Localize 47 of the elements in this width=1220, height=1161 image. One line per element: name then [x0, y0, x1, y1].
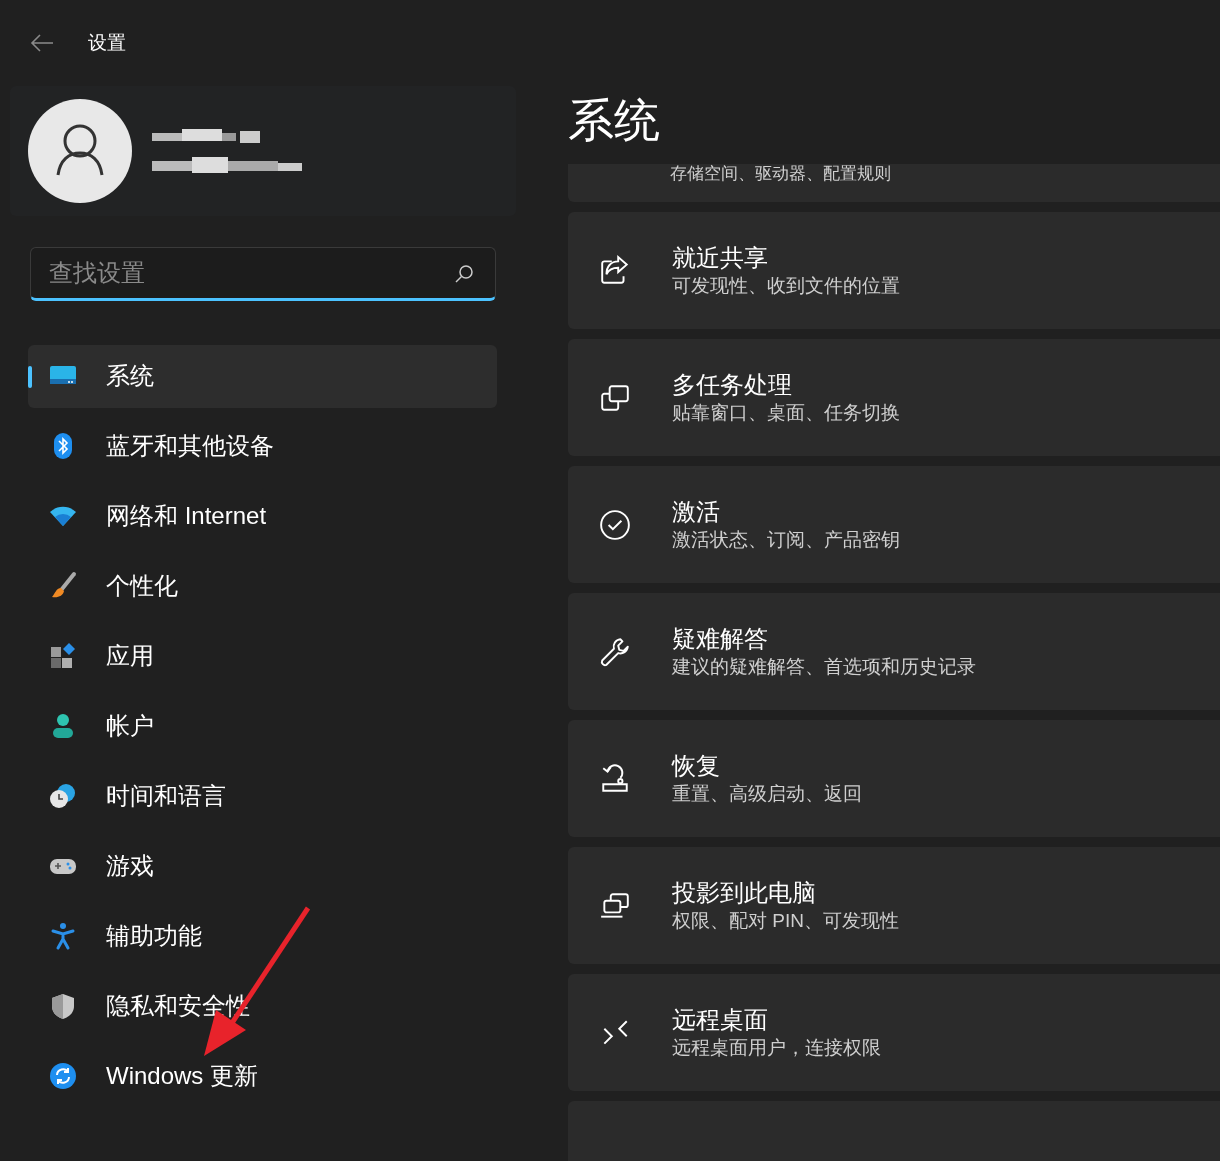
card-description: 可发现性、收到文件的位置 — [672, 273, 900, 298]
nav-item[interactable]: 游戏 — [28, 834, 497, 898]
clock-globe-icon — [48, 781, 78, 811]
card-description: 重置、高级启动、返回 — [672, 781, 862, 806]
settings-card[interactable]: 就近共享 可发现性、收到文件的位置 — [568, 212, 1220, 329]
nav-item[interactable]: 辅助功能 — [28, 904, 497, 968]
card-title: 就近共享 — [672, 242, 769, 273]
apps-grid-icon — [48, 641, 78, 671]
settings-card[interactable]: 恢复 重置、高级启动、返回 — [568, 720, 1220, 837]
nav-item[interactable]: 系统 — [28, 344, 497, 408]
recovery-icon — [599, 762, 631, 795]
window-title: 设置 — [88, 30, 126, 55]
wrench-icon — [599, 635, 631, 668]
settings-card[interactable]: 远程桌面 远程桌面用户，连接权限 — [568, 974, 1220, 1091]
settings-card[interactable]: 疑难解答 建议的疑难解答、首选项和历史记录 — [568, 593, 1220, 710]
settings-card[interactable]: 激活 激活状态、订阅、产品密钥 — [568, 466, 1220, 583]
nav-item[interactable]: 时间和语言 — [28, 764, 497, 828]
search-field[interactable]: 查找设置 — [30, 247, 496, 301]
card-title: 远程桌面 — [672, 1004, 769, 1035]
nav-item[interactable]: 应用 — [28, 624, 497, 688]
selection-indicator — [28, 365, 32, 388]
card-title: 投影到此电脑 — [672, 877, 817, 908]
card-description: 远程桌面用户，连接权限 — [672, 1035, 881, 1060]
back-arrow-icon[interactable] — [30, 33, 54, 53]
card-description: 贴靠窗口、桌面、任务切换 — [672, 400, 900, 425]
card-title: 激活 — [672, 496, 721, 527]
nav-item[interactable]: 蓝牙和其他设备 — [28, 414, 497, 478]
page-title: 系统 — [568, 97, 660, 143]
nav-item[interactable]: 网络和 Internet — [28, 484, 497, 548]
nav-item[interactable]: 个性化 — [28, 554, 497, 618]
card-description: 权限、配对 PIN、可发现性 — [672, 908, 899, 933]
card-description: 激活状态、订阅、产品密钥 — [672, 527, 900, 552]
card-description: 存储空间、驱动器、配置规则 — [670, 164, 891, 184]
card-title: 多任务处理 — [672, 369, 793, 400]
settings-card[interactable]: 多任务处理 贴靠窗口、桌面、任务切换 — [568, 339, 1220, 456]
settings-card[interactable]: 投影到此电脑 权限、配对 PIN、可发现性 — [568, 847, 1220, 964]
refresh-icon — [48, 1061, 78, 1091]
settings-card[interactable]: 存储空间、驱动器、配置规则 — [568, 164, 1220, 202]
search-icon — [454, 264, 474, 284]
share-arrow-icon — [599, 254, 631, 287]
avatar-icon — [28, 99, 132, 203]
nav-item[interactable]: 帐户 — [28, 694, 497, 758]
card-title: 恢复 — [672, 750, 721, 781]
nav-item[interactable]: Windows 更新 — [28, 1044, 497, 1108]
card-title: 疑难解答 — [672, 623, 769, 654]
card-description: 建议的疑难解答、首选项和历史记录 — [672, 654, 976, 679]
checkmark-circle-icon — [599, 508, 631, 541]
